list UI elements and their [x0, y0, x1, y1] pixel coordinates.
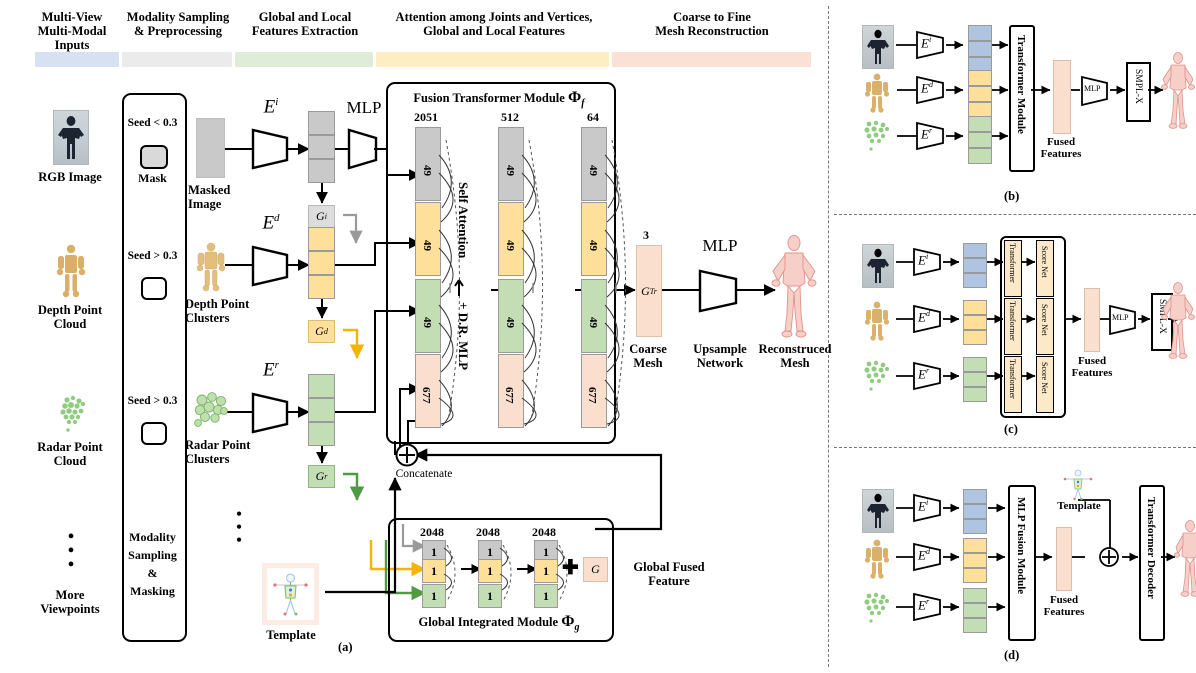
feature-cell: [963, 372, 987, 387]
panel-c-scorenet-1: Score Net: [1036, 298, 1054, 355]
figure-root: Multi-View Multi-Modal Inputs Modality S…: [0, 0, 1196, 673]
panel-c-encoder-1: Ed: [912, 304, 944, 334]
feature-cell: [963, 568, 987, 583]
panel-d-fused-label: Fused Features: [1043, 594, 1085, 618]
panel-d-output-mesh: [1174, 518, 1196, 598]
panel-d-fused-bar: [1056, 527, 1072, 591]
panel-d-feature-stack-2: [963, 588, 987, 634]
panel-b-depth-icon: [864, 72, 890, 113]
panel-d-depth-icon: [864, 538, 890, 579]
panel-b-fused-label: Fused Features: [1040, 136, 1082, 160]
panel-c-encoder-0: Ei: [912, 247, 944, 277]
panel-b-encoder-2: Er: [915, 121, 947, 151]
global-g-feature: G: [583, 557, 608, 582]
panel-b-mlp-trapezoid: MLP: [1080, 75, 1110, 107]
feature-cell: [963, 357, 987, 372]
phi-g-symbol: Φg: [561, 613, 580, 634]
panel-c-mlp-trapezoid: MLP: [1108, 304, 1138, 336]
panel-d-feature-stack-1: [963, 538, 987, 584]
panel-c-transformer-1: Transformer: [1004, 298, 1022, 355]
feature-cell: [968, 132, 992, 148]
panel-c-feature-stack-1: [963, 300, 987, 346]
panel-c-scorenet-0: Score Net: [1036, 240, 1054, 297]
global-plus-icon: ✚: [562, 557, 579, 579]
feature-cell: [968, 41, 992, 57]
feature-cell: [963, 258, 987, 273]
feature-cell: [963, 300, 987, 315]
panel-b-transformer-label: Transformer Module: [1015, 35, 1027, 134]
panel-d-mlp-fusion-label: MLP Fusion Module: [1015, 497, 1027, 595]
panel-b-encoder-1: Ed: [915, 75, 947, 105]
feature-cell: [968, 25, 992, 41]
main-vertical-divider: [828, 6, 829, 667]
feature-cell: [963, 330, 987, 345]
panel-c-fused-label: Fused Features: [1071, 355, 1113, 379]
panel-cd-divider: [834, 447, 1196, 448]
panel-b-rgb-thumbnail: [862, 25, 894, 69]
panel-c-scorenet-label: Score Net: [1040, 246, 1049, 278]
panel-b-output-mesh: [1160, 50, 1196, 130]
panel-b-smplx-label: SMPL-X: [1133, 69, 1143, 104]
panel-b-fused-bar: [1053, 60, 1071, 134]
panel-b-radar-icon: [860, 118, 896, 154]
panel-c-transformer-label: Transformer: [1008, 359, 1017, 399]
feature-cell: [963, 538, 987, 553]
panel-c-feature-stack-2: [963, 357, 987, 403]
panel-b-feature-stack-0: [968, 25, 992, 73]
panel-c-depth-icon: [864, 300, 890, 341]
panel-c-encoder-2: Er: [912, 361, 944, 391]
panel-bc-divider: [834, 214, 1196, 215]
feature-cell: [968, 116, 992, 132]
panel-d-encoder-1: Ed: [912, 542, 944, 572]
panel-c-scorenet-label: Score Net: [1040, 304, 1049, 336]
feature-cell: [963, 618, 987, 633]
panel-d-radar-icon: [860, 590, 896, 626]
feature-cell: [963, 588, 987, 603]
panel-c-transformer-0: Transformer: [1004, 240, 1022, 297]
panel-c-transformer-label: Transformer: [1008, 243, 1017, 283]
feature-cell: [963, 315, 987, 330]
panel-d-transformer-decoder: Transformer Decoder: [1139, 485, 1165, 641]
panel-c-fused-bar: [1084, 288, 1100, 352]
feature-cell: [963, 489, 987, 504]
panel-c-caption: (c): [1004, 422, 1018, 436]
panel-c-scorenet-label: Score Net: [1040, 362, 1049, 394]
panel-d-rgb-thumbnail: [862, 489, 894, 533]
panel-d-caption: (d): [1004, 648, 1020, 662]
feature-cell: [963, 504, 987, 519]
feature-cell: [963, 387, 987, 402]
feature-cell: [963, 603, 987, 618]
panel-c-transformer-2: Transformer: [1004, 356, 1022, 413]
panel-d-encoder-0: Ei: [912, 493, 944, 523]
panel-c-rgb-thumbnail: [862, 244, 894, 288]
panel-d-feature-stack-0: [963, 489, 987, 535]
panel-b-feature-stack-2: [968, 116, 992, 164]
panel-d-mlp-fusion-module: MLP Fusion Module: [1008, 485, 1036, 641]
global-fused-feature-label: Global Fused Feature: [633, 560, 705, 588]
panel-b-caption: (b): [1004, 189, 1020, 203]
panel-c-transformer-label: Transformer: [1008, 301, 1017, 341]
panel-b-encoder-0: Ei: [915, 30, 947, 60]
global-integrated-module-title: Global Integrated Module Φg: [418, 613, 580, 634]
panel-d-decoder-label: Transformer Decoder: [1145, 497, 1157, 599]
panel-d-encoder-2: Er: [912, 592, 944, 622]
panel-b-feature-stack-1: [968, 70, 992, 118]
panel-d-template-icon: [1060, 466, 1096, 502]
feature-cell: [963, 273, 987, 288]
feature-cell: [968, 70, 992, 86]
feature-cell: [963, 243, 987, 258]
feature-cell: [968, 148, 992, 164]
panel-c-output-mesh: [1160, 280, 1196, 360]
panel-c-radar-icon: [860, 358, 896, 394]
feature-cell: [968, 86, 992, 102]
panel-d-template-label: Template: [1057, 500, 1101, 512]
panel-c-scorenet-2: Score Net: [1036, 356, 1054, 413]
feature-cell: [963, 519, 987, 534]
feature-cell: [963, 553, 987, 568]
panel-b-smplx-box: SMPL-X: [1126, 62, 1151, 122]
panel-c-feature-stack-0: [963, 243, 987, 289]
